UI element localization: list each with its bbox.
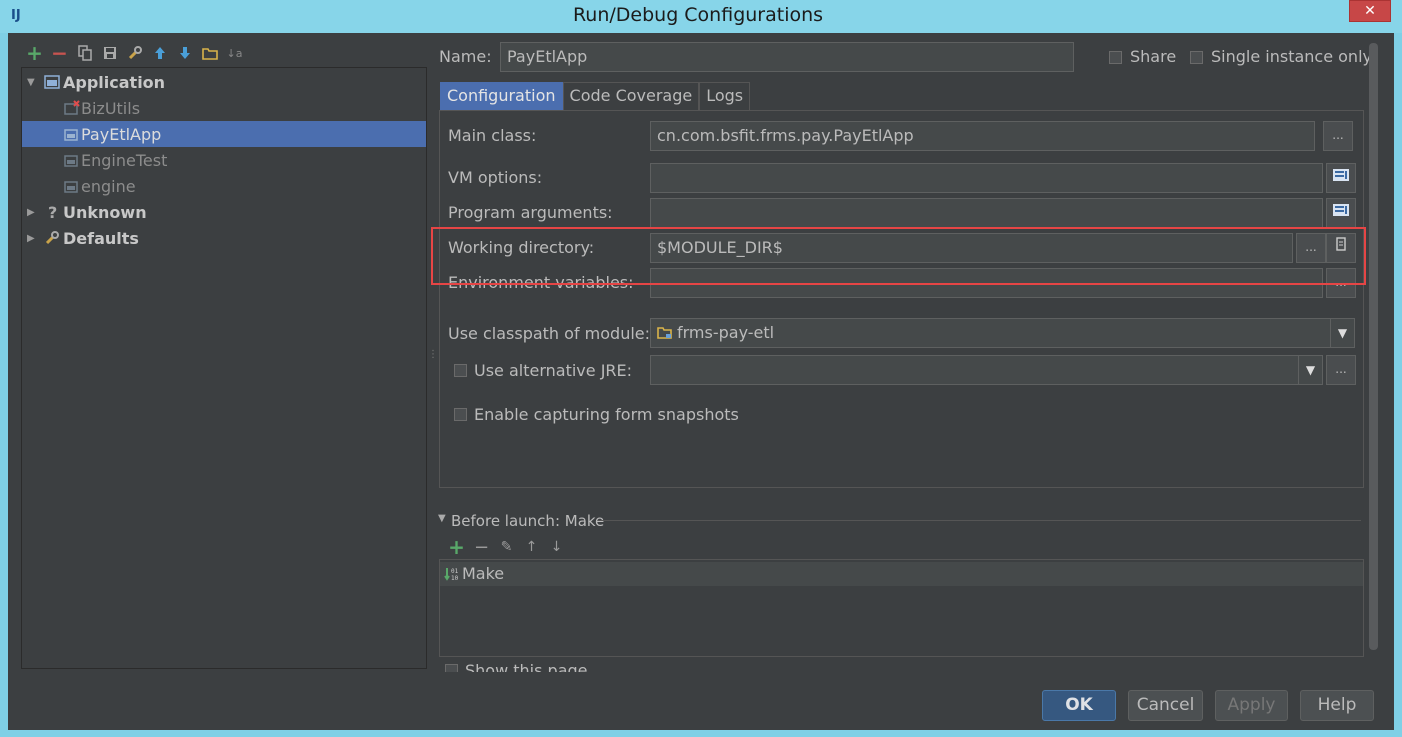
make-icon: 0110 bbox=[444, 568, 458, 582]
program-arguments-input[interactable] bbox=[650, 198, 1323, 228]
tab-configuration[interactable]: Configuration bbox=[440, 82, 563, 110]
snapshots-label: Enable capturing form snapshots bbox=[474, 405, 739, 424]
remove-icon[interactable]: − bbox=[47, 41, 72, 65]
module-folder-icon bbox=[657, 327, 672, 339]
alt-jre-select[interactable]: ▼ bbox=[650, 355, 1323, 385]
before-launch-title: Before launch: Make bbox=[451, 512, 605, 530]
main-class-browse-button[interactable]: ... bbox=[1323, 121, 1353, 151]
program-arguments-label: Program arguments: bbox=[448, 203, 613, 222]
classpath-module-select[interactable]: frms-pay-etl ▼ bbox=[650, 318, 1355, 348]
name-label: Name: bbox=[439, 47, 492, 66]
show-page-clip: Show this page bbox=[444, 663, 644, 672]
tree-label-enginetest: EngineTest bbox=[81, 150, 168, 170]
single-instance-checkbox[interactable] bbox=[1190, 51, 1203, 64]
expand-arrow-icon[interactable]: ▼ bbox=[27, 77, 39, 88]
name-input[interactable]: PayEtlApp bbox=[500, 42, 1074, 72]
tree-label-engine: engine bbox=[81, 176, 136, 196]
tree-node-application[interactable]: ▼ Application bbox=[22, 69, 426, 95]
window-title: Run/Debug Configurations bbox=[572, 4, 824, 26]
section-divider bbox=[598, 520, 1361, 521]
tree-label-bizutils: BizUtils bbox=[81, 98, 141, 118]
edit-icon[interactable]: ✎ bbox=[494, 537, 519, 557]
arrow-up-icon[interactable]: ↑ bbox=[519, 537, 544, 557]
list-item[interactable]: 01 10 Make bbox=[440, 562, 1363, 586]
help-button[interactable]: Help bbox=[1300, 690, 1374, 721]
dropdown-arrow-icon[interactable]: ▼ bbox=[1298, 356, 1322, 384]
alt-jre-browse-button[interactable]: ... bbox=[1326, 355, 1356, 385]
classpath-module-label: Use classpath of module: bbox=[448, 324, 651, 343]
copy-icon[interactable] bbox=[72, 43, 97, 63]
remove-icon[interactable]: − bbox=[469, 537, 494, 558]
wrench-icon bbox=[45, 231, 59, 245]
before-launch-list: 01 10 Make bbox=[439, 559, 1364, 657]
expand-editor-icon[interactable] bbox=[1326, 198, 1356, 228]
tree-label-payetlapp: PayEtlApp bbox=[81, 124, 162, 144]
ok-button[interactable]: OK bbox=[1042, 690, 1116, 721]
add-icon[interactable]: + bbox=[444, 535, 469, 559]
save-icon[interactable] bbox=[97, 43, 122, 63]
config-icon bbox=[64, 129, 78, 141]
before-launch-toolbar: + − ✎ ↑ ↓ bbox=[444, 535, 569, 559]
main-class-label: Main class: bbox=[448, 126, 537, 145]
arrow-down-icon[interactable]: ↓ bbox=[544, 537, 569, 557]
share-checkbox[interactable] bbox=[1109, 51, 1122, 64]
alt-jre-checkbox[interactable] bbox=[454, 364, 467, 377]
highlight-annotation bbox=[431, 227, 1366, 285]
share-label: Share bbox=[1130, 47, 1177, 66]
single-instance-label: Single instance only bbox=[1211, 47, 1372, 66]
wrench-icon[interactable] bbox=[122, 43, 147, 63]
configuration-tree: ▼ Application BizUtils PayEtlApp EngineT… bbox=[21, 67, 427, 669]
tree-label-defaults: Defaults bbox=[63, 228, 139, 248]
close-button[interactable]: ✕ bbox=[1349, 0, 1391, 22]
cancel-button[interactable]: Cancel bbox=[1128, 690, 1203, 721]
tree-label-application: Application bbox=[63, 72, 166, 92]
collapse-arrow-icon[interactable]: ▶ bbox=[27, 233, 39, 244]
classpath-module-value: frms-pay-etl bbox=[677, 323, 775, 342]
vm-options-input[interactable] bbox=[650, 163, 1323, 193]
dialog-body: + − ↓a ▼ Application BizUtils PayEtlApp … bbox=[8, 33, 1394, 730]
collapse-arrow-icon[interactable]: ▶ bbox=[27, 207, 39, 218]
tree-node-defaults[interactable]: ▶ Defaults bbox=[22, 225, 426, 251]
config-toolbar: + − ↓a bbox=[22, 41, 247, 65]
config-tabs: Configuration Code Coverage Logs bbox=[440, 82, 751, 110]
alt-jre-label: Use alternative JRE: bbox=[474, 361, 633, 380]
tab-code-coverage[interactable]: Code Coverage bbox=[562, 82, 700, 110]
tree-node-engine[interactable]: engine bbox=[22, 173, 426, 199]
section-collapse-icon[interactable]: ▼ bbox=[438, 513, 446, 524]
folder-icon[interactable] bbox=[197, 43, 222, 63]
config-icon bbox=[64, 155, 78, 167]
tab-logs[interactable]: Logs bbox=[699, 82, 751, 110]
main-class-input[interactable]: cn.com.bsfit.frms.pay.PayEtlApp bbox=[650, 121, 1315, 151]
svg-text:10: 10 bbox=[451, 575, 458, 582]
tree-node-unknown[interactable]: ▶ ? Unknown bbox=[22, 199, 426, 225]
config-icon bbox=[64, 181, 78, 193]
title-bar: IJ Run/Debug Configurations ✕ bbox=[0, 0, 1402, 33]
vertical-scrollbar[interactable] bbox=[1369, 43, 1378, 650]
apply-button[interactable]: Apply bbox=[1215, 690, 1288, 721]
show-page-checkbox[interactable] bbox=[445, 664, 458, 672]
application-icon bbox=[44, 75, 60, 89]
tree-node-enginetest[interactable]: EngineTest bbox=[22, 147, 426, 173]
question-icon: ? bbox=[48, 202, 58, 222]
dropdown-arrow-icon[interactable]: ▼ bbox=[1330, 319, 1354, 347]
arrow-down-icon[interactable] bbox=[172, 43, 197, 63]
vm-options-label: VM options: bbox=[448, 168, 543, 187]
show-page-label: Show this page bbox=[465, 663, 588, 672]
tree-label-unknown: Unknown bbox=[63, 202, 147, 222]
make-item-label: Make bbox=[462, 564, 505, 583]
add-icon[interactable]: + bbox=[22, 41, 47, 65]
arrow-up-icon[interactable] bbox=[147, 43, 172, 63]
expand-editor-icon[interactable] bbox=[1326, 163, 1356, 193]
tree-node-bizutils[interactable]: BizUtils bbox=[22, 95, 426, 121]
tree-node-payetlapp[interactable]: PayEtlApp bbox=[22, 121, 426, 147]
svg-text:01: 01 bbox=[451, 568, 458, 575]
splitter-handle[interactable]: ⋮ bbox=[428, 349, 438, 360]
snapshots-checkbox[interactable] bbox=[454, 408, 467, 421]
invalid-config-icon bbox=[64, 100, 80, 115]
sort-icon[interactable]: ↓a bbox=[222, 43, 247, 63]
